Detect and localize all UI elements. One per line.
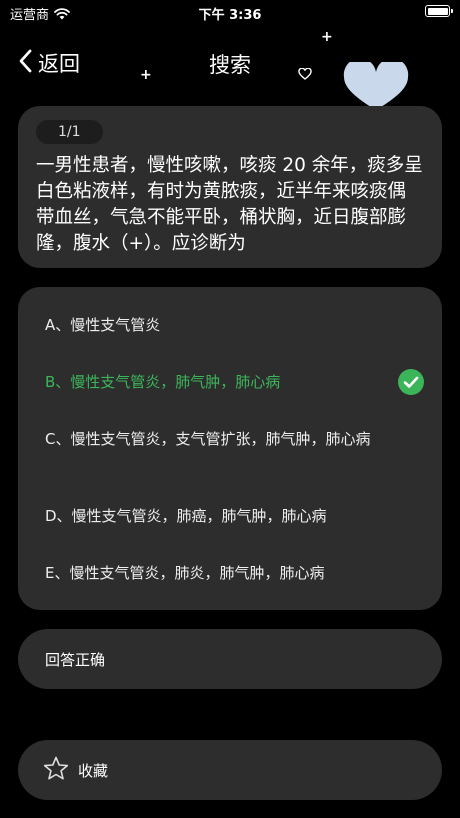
option-c[interactable]: C、慢性支气管炎，支气管扩张，肺气肿，肺心病 — [45, 429, 382, 449]
question-counter: 1/1 — [36, 120, 103, 144]
options-card: A、慢性支气管炎 B、慢性支气管炎，肺气肿，肺心病 C、慢性支气管炎，支气管扩张… — [18, 287, 442, 610]
star-outline-icon — [42, 755, 70, 787]
option-d[interactable]: D、慢性支气管炎，肺癌，肺气肿，肺心病 — [45, 506, 382, 526]
battery-icon — [425, 5, 453, 17]
option-e[interactable]: E、慢性支气管炎，肺炎，肺气肿，肺心病 — [45, 563, 382, 583]
favorite-button[interactable]: 收藏 — [18, 740, 442, 800]
nav-bar: 返回 搜索 — [0, 40, 460, 86]
status-bar: 运营商 下午 3:36 — [0, 0, 460, 26]
option-b[interactable]: B、慢性支气管炎，肺气肿，肺心病 — [45, 372, 382, 392]
status-time: 下午 3:36 — [198, 8, 262, 23]
question-card: 1/1 一男性患者，慢性咳嗽，咳痰 20 余年，痰多呈白色粘液样，有时为黄脓痰，… — [18, 106, 442, 268]
option-a[interactable]: A、慢性支气管炎 — [45, 315, 382, 335]
page-title: 搜索 — [209, 53, 251, 77]
result-card: 回答正确 — [18, 629, 442, 689]
question-text: 一男性患者，慢性咳嗽，咳痰 20 余年，痰多呈白色粘液样，有时为黄脓痰，近半年来… — [36, 155, 423, 254]
check-icon — [398, 369, 424, 395]
result-text: 回答正确 — [45, 651, 106, 669]
favorite-label: 收藏 — [78, 762, 109, 780]
